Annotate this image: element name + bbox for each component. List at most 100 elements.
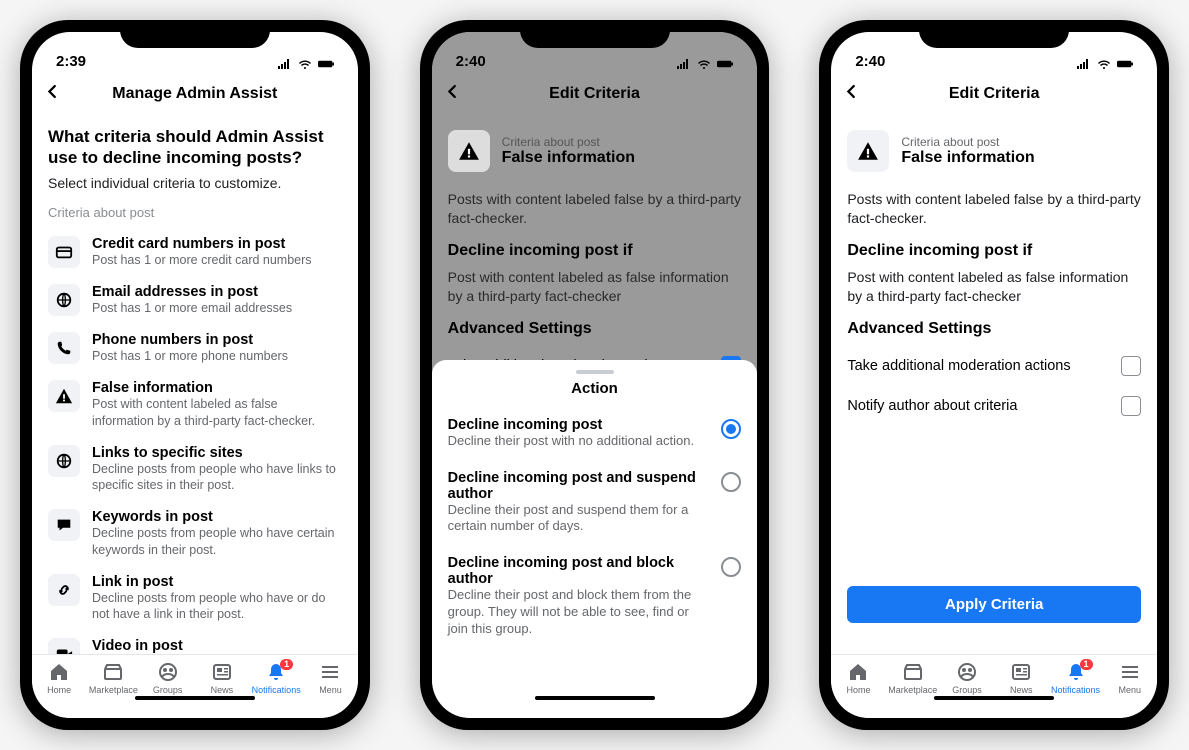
tab-label: Groups xyxy=(153,685,183,695)
page-subtitle: Select individual criteria to customize. xyxy=(48,175,342,191)
tab-label: Menu xyxy=(319,685,342,695)
checkbox-unchecked[interactable] xyxy=(1121,356,1141,376)
action-desc: Decline their post and suspend them for … xyxy=(448,502,712,536)
criteria-title: False information xyxy=(901,149,1034,167)
home-indicator[interactable] xyxy=(934,696,1054,700)
tab-menu[interactable]: Menu xyxy=(305,661,355,695)
criteria-supertitle: Criteria about post xyxy=(502,135,635,149)
advanced-option-notify[interactable]: Notify author about criteria xyxy=(847,386,1141,426)
action-option[interactable]: Decline incoming post and block author D… xyxy=(448,545,742,648)
rule-text: Post with content labeled as false infor… xyxy=(847,268,1141,306)
back-button[interactable] xyxy=(44,82,62,107)
notch xyxy=(919,20,1069,48)
battery-icon xyxy=(318,58,334,70)
rule-text: Post with content labeled as false infor… xyxy=(448,268,742,306)
advanced-option-moderation[interactable]: Take additional moderation actions xyxy=(847,346,1141,386)
radio-button[interactable] xyxy=(721,557,741,577)
criteria-item[interactable]: False information Post with content labe… xyxy=(48,372,342,437)
menu-icon xyxy=(1119,661,1141,683)
back-button[interactable] xyxy=(843,82,861,107)
action-option[interactable]: Decline incoming post Decline their post… xyxy=(448,407,742,460)
globe-icon xyxy=(48,284,80,316)
criteria-title: Phone numbers in post xyxy=(92,332,288,348)
chevron-left-icon xyxy=(843,82,861,102)
criteria-desc: Decline posts from people who have certa… xyxy=(92,525,342,558)
criteria-card-header: Criteria about post False information xyxy=(847,120,1141,184)
notch xyxy=(520,20,670,48)
tab-home[interactable]: Home xyxy=(34,661,84,695)
tab-label: Marketplace xyxy=(89,685,138,695)
speech-icon xyxy=(48,509,80,541)
criteria-item[interactable]: Keywords in post Decline posts from peop… xyxy=(48,501,342,566)
tab-home[interactable]: Home xyxy=(833,661,883,695)
apply-criteria-button[interactable]: Apply Criteria xyxy=(847,586,1141,623)
action-title: Decline incoming post xyxy=(448,417,712,433)
advanced-heading: Advanced Settings xyxy=(448,320,742,338)
tab-news[interactable]: News xyxy=(996,661,1046,695)
phone-icon xyxy=(48,332,80,364)
criteria-item[interactable]: Video in post Decline posts from people … xyxy=(48,630,342,654)
content-area[interactable]: What criteria should Admin Assist use to… xyxy=(32,114,358,654)
action-option[interactable]: Decline incoming post and suspend author… xyxy=(448,460,742,546)
criteria-desc: Decline posts from people who have or do… xyxy=(92,590,342,623)
phone-3: 2:40 Edit Criteria Criteria about post F… xyxy=(819,20,1169,730)
home-indicator[interactable] xyxy=(135,696,255,700)
home-indicator[interactable] xyxy=(535,696,655,700)
criteria-item[interactable]: Email addresses in post Post has 1 or mo… xyxy=(48,276,342,324)
battery-icon xyxy=(1117,58,1133,70)
tab-groups[interactable]: Groups xyxy=(942,661,992,695)
criteria-title: False information xyxy=(92,380,342,396)
tab-groups[interactable]: Groups xyxy=(143,661,193,695)
warning-icon xyxy=(847,130,889,172)
tab-label: News xyxy=(211,685,234,695)
tab-marketplace[interactable]: Marketplace xyxy=(88,661,138,695)
criteria-item[interactable]: Link in post Decline posts from people w… xyxy=(48,566,342,631)
back-button[interactable] xyxy=(444,82,462,107)
wifi-icon xyxy=(1096,58,1112,70)
option-label: Notify author about criteria xyxy=(847,398,1017,414)
criteria-desc: Post has 1 or more phone numbers xyxy=(92,348,288,364)
nav-header: Edit Criteria xyxy=(432,74,758,114)
nav-header: Manage Admin Assist xyxy=(32,74,358,114)
criteria-item[interactable]: Phone numbers in post Post has 1 or more… xyxy=(48,324,342,372)
signal-icon xyxy=(675,58,691,70)
action-title: Decline incoming post and block author xyxy=(448,555,712,587)
rule-heading: Decline incoming post if xyxy=(847,242,1141,260)
menu-icon xyxy=(319,661,341,683)
sheet-title: Action xyxy=(448,380,742,397)
action-list: Decline incoming post Decline their post… xyxy=(448,407,742,648)
status-icons xyxy=(675,58,733,70)
tab-marketplace[interactable]: Marketplace xyxy=(888,661,938,695)
criteria-title: Credit card numbers in post xyxy=(92,236,312,252)
home-icon xyxy=(847,661,869,683)
screen-2: 2:40 Edit Criteria Criteria about post F… xyxy=(432,32,758,718)
tab-notifications[interactable]: Notifications1 xyxy=(251,661,301,695)
tab-label: Groups xyxy=(952,685,982,695)
marketplace-icon xyxy=(902,661,924,683)
screen-3: 2:40 Edit Criteria Criteria about post F… xyxy=(831,32,1157,718)
tab-news[interactable]: News xyxy=(197,661,247,695)
criteria-item[interactable]: Credit card numbers in post Post has 1 o… xyxy=(48,228,342,276)
wifi-icon xyxy=(696,58,712,70)
globe-icon xyxy=(48,445,80,477)
tab-notifications[interactable]: Notifications1 xyxy=(1051,661,1101,695)
warning-icon xyxy=(448,130,490,172)
action-desc: Decline their post with no additional ac… xyxy=(448,433,712,450)
criteria-desc: Post with content labeled as false infor… xyxy=(92,396,342,429)
criteria-title: False information xyxy=(502,149,635,167)
sheet-handle[interactable] xyxy=(576,370,614,374)
section-label: Criteria about post xyxy=(48,205,342,220)
clock: 2:40 xyxy=(855,53,885,70)
tab-label: News xyxy=(1010,685,1033,695)
groups-icon xyxy=(157,661,179,683)
checkbox-unchecked[interactable] xyxy=(1121,396,1141,416)
nav-header: Edit Criteria xyxy=(831,74,1157,114)
home-icon xyxy=(48,661,70,683)
radio-button[interactable] xyxy=(721,419,741,439)
tab-menu[interactable]: Menu xyxy=(1105,661,1155,695)
wifi-icon xyxy=(297,58,313,70)
credit-card-icon xyxy=(48,236,80,268)
criteria-item[interactable]: Links to specific sites Decline posts fr… xyxy=(48,437,342,502)
criteria-supertitle: Criteria about post xyxy=(901,135,1034,149)
radio-button[interactable] xyxy=(721,472,741,492)
